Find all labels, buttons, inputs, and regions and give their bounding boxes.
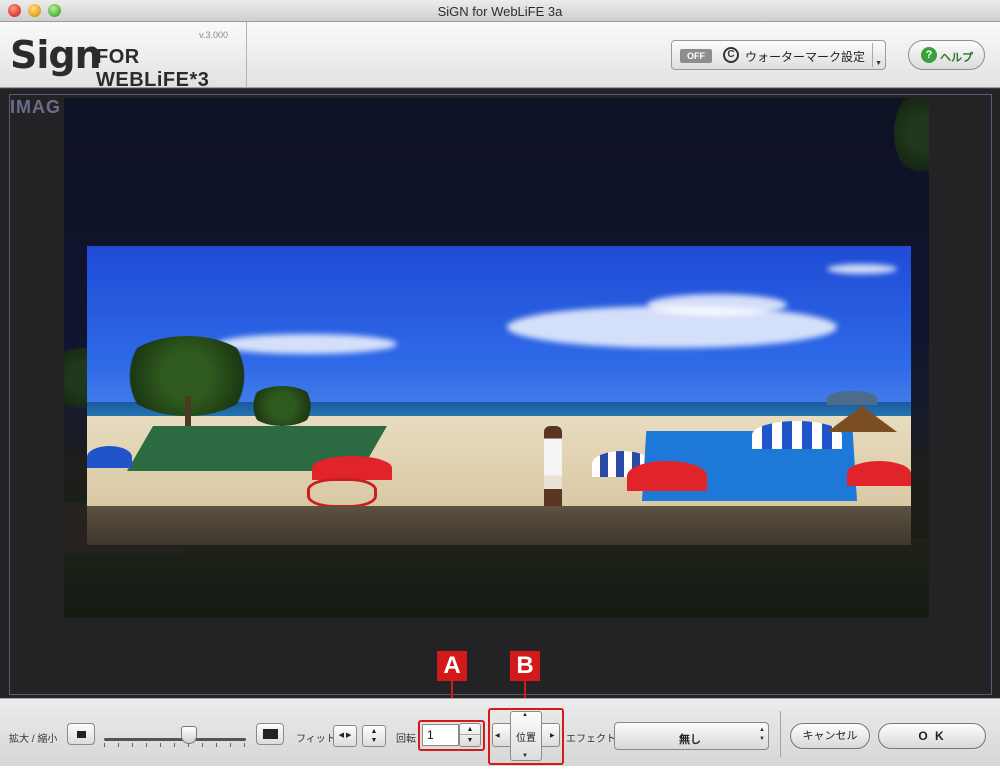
move-down-icon[interactable]: ▼ [522, 753, 528, 759]
beach-umbrella [312, 456, 392, 480]
help-button[interactable]: ? ヘルプ [908, 40, 985, 70]
watermark-settings-label: ウォーターマーク設定 [745, 50, 866, 64]
effect-label: エフェクト [566, 734, 616, 745]
fit-label: フィット [296, 734, 336, 745]
zoom-slider-ticks [104, 743, 246, 747]
stepper-up-icon[interactable]: ▲ [460, 724, 480, 735]
island [827, 391, 877, 405]
rotate-label: 回転 [396, 734, 416, 745]
toolbar-divider [780, 711, 781, 757]
zoom-slider-knob[interactable] [181, 726, 198, 744]
ok-button[interactable]: O K [878, 723, 986, 749]
zoom-out-button[interactable] [67, 723, 95, 745]
version-label: v.3.000 [199, 30, 228, 40]
watermark-toggle[interactable]: OFF [680, 49, 712, 63]
app-header: Sign FOR WEBLiFE*3 v.3.000 OFF C ウォーターマー… [0, 22, 1000, 91]
beach-umbrella [627, 461, 707, 491]
bicycle [307, 478, 377, 508]
position-label: 位置 [516, 733, 536, 744]
large-square-icon [263, 729, 278, 739]
dropdown-arrow-icon: ▼ [875, 60, 882, 67]
beach-umbrella [87, 446, 132, 468]
cloud [827, 264, 897, 274]
zoom-in-button[interactable] [256, 723, 284, 745]
zoom-slider[interactable] [104, 738, 246, 741]
copyright-icon: C [723, 47, 739, 63]
window-title: SiGN for WebLiFE 3a [437, 4, 563, 19]
effect-value: 無し [679, 734, 701, 746]
move-up-icon[interactable]: ▲ [522, 712, 528, 718]
bottom-toolbar: 拡大 / 縮小 フィット ◀ ▶ ▲ ▼ 回転 1 ▲ ▼ ▲ ▼ ◀ ▶ 位置 … [0, 698, 1000, 766]
photo-crop-area[interactable] [87, 246, 911, 545]
small-square-icon [77, 731, 86, 738]
logo-area: Sign FOR WEBLiFE*3 v.3.000 [0, 22, 247, 91]
rotate-stepper[interactable]: ▲ ▼ [459, 723, 481, 747]
divider [872, 43, 873, 67]
beach-umbrella [847, 461, 911, 486]
beach-umbrella [752, 421, 842, 449]
logo-sign: Sign [10, 33, 102, 77]
fit-horizontal-button[interactable]: ◀ ▶ [333, 725, 357, 747]
title-bar: SiGN for WebLiFE 3a [0, 0, 1000, 22]
fit-vertical-button[interactable]: ▲ ▼ [362, 725, 386, 747]
walking-person [544, 426, 562, 516]
effect-select[interactable]: 無し ▲ ▼ [614, 722, 769, 750]
rotate-input[interactable]: 1 [422, 724, 459, 746]
zoom-label: 拡大 / 縮小 [9, 734, 58, 745]
help-icon: ? [921, 47, 937, 63]
position-pad[interactable]: ▲ ▼ ◀ ▶ 位置 [492, 711, 560, 761]
select-arrows-icon: ▲ ▼ [759, 727, 765, 742]
cloud [217, 334, 397, 354]
watermark-settings-button[interactable]: OFF C ウォーターマーク設定 ▼ [671, 40, 886, 70]
palm-tree [247, 386, 317, 426]
marker-b: B [510, 651, 540, 681]
walkway [87, 506, 911, 545]
logo-product: FOR WEBLiFE*3 [96, 46, 210, 91]
marker-a: A [437, 651, 467, 681]
cancel-button[interactable]: キャンセル [790, 723, 870, 749]
stepper-down-icon[interactable]: ▼ [460, 735, 480, 746]
help-label: ヘルプ [940, 52, 973, 64]
image-canvas[interactable]: IMAG A B [0, 89, 1000, 717]
cloud [647, 294, 787, 316]
